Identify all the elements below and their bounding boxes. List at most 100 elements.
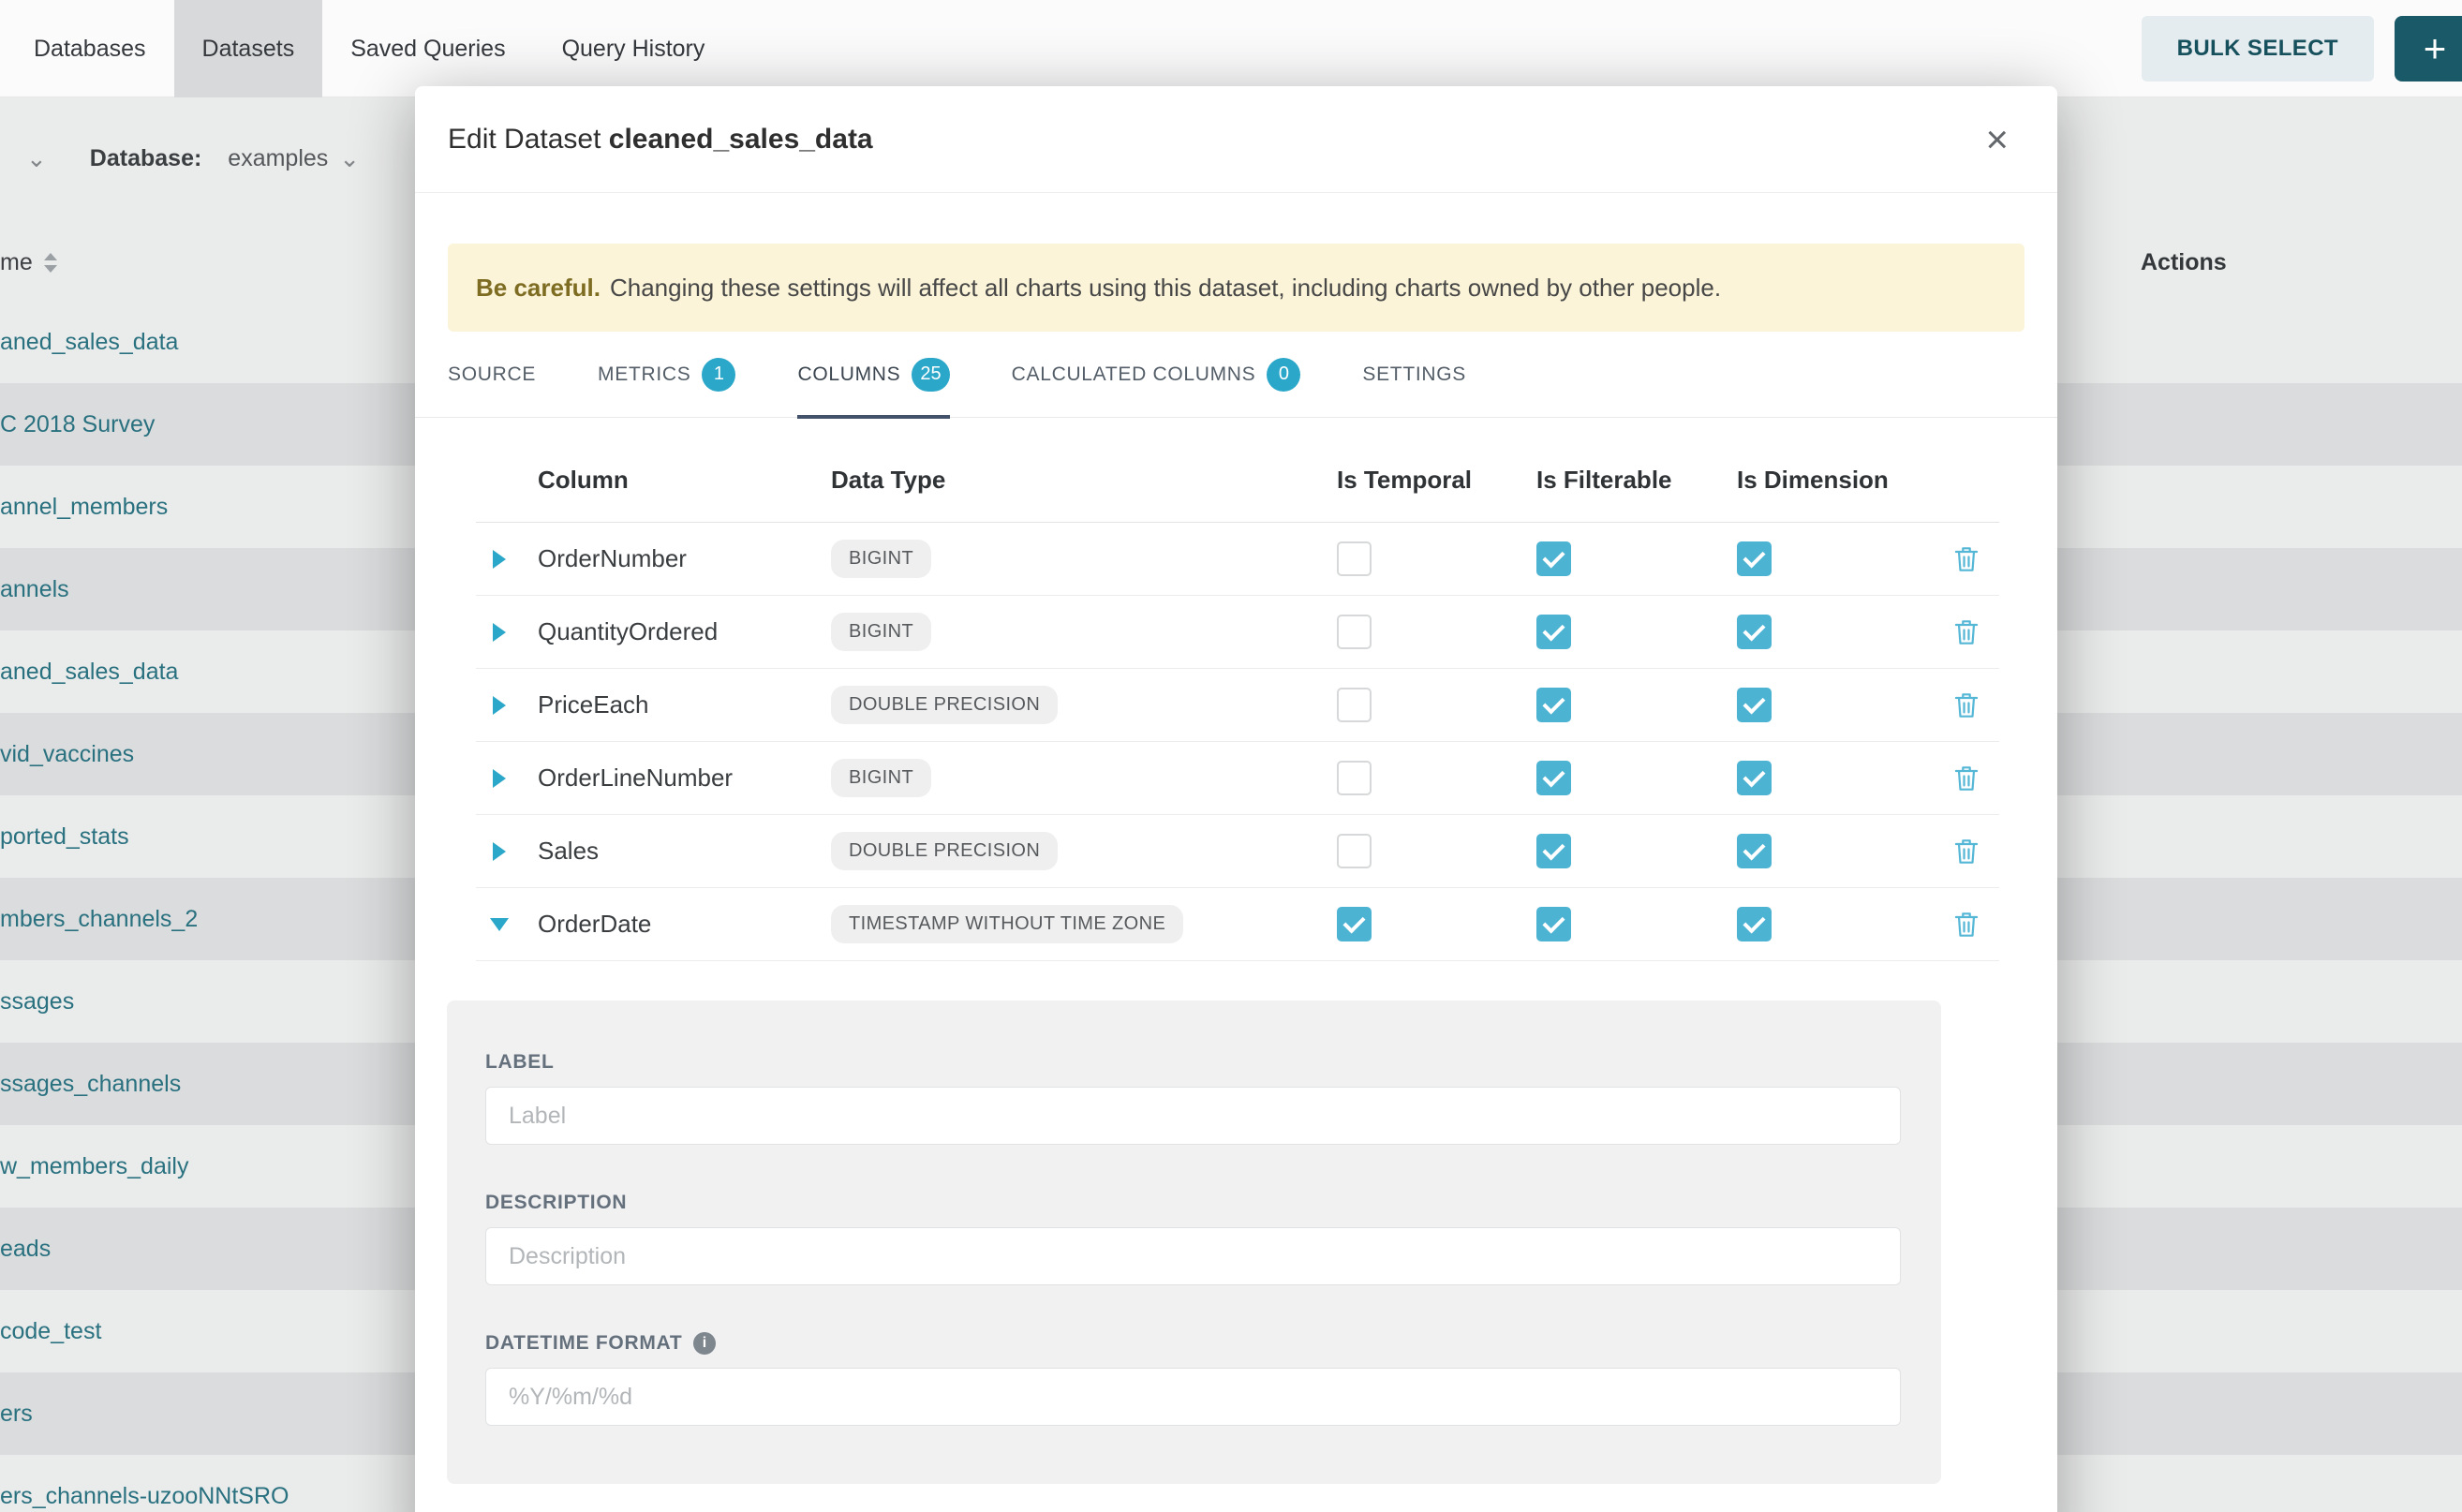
is-dimension-checkbox[interactable] — [1737, 834, 1772, 868]
description-input[interactable] — [485, 1227, 1901, 1285]
dataset-link[interactable]: ers_channels-uzooNNtSRO — [0, 1483, 289, 1510]
sort-icon[interactable] — [44, 253, 57, 273]
dataset-link[interactable]: w_members_daily — [0, 1153, 188, 1180]
edit-dataset-modal: Edit Dataset cleaned_sales_data × Be car… — [415, 86, 2057, 1512]
warning-banner: Be careful. Changing these settings will… — [448, 244, 2024, 332]
modal-tab-source[interactable]: SOURCE — [448, 332, 536, 418]
datetime-format-input[interactable] — [485, 1368, 1901, 1426]
column-row-orderdate: OrderDate TIMESTAMP WITHOUT TIME ZONE — [476, 888, 1999, 961]
nav-tab-databases[interactable]: Databases — [6, 0, 174, 97]
expand-caret-icon[interactable] — [493, 550, 506, 569]
is-dimension-checkbox[interactable] — [1737, 615, 1772, 649]
is-dimension-checkbox[interactable] — [1737, 541, 1772, 576]
actions-column-header: Actions — [2141, 249, 2227, 276]
data-type-header: Data Type — [831, 466, 1337, 495]
is-filterable-checkbox[interactable] — [1536, 761, 1571, 795]
label-input[interactable] — [485, 1087, 1901, 1145]
tab-count-badge: 1 — [702, 358, 735, 392]
expand-caret-icon[interactable] — [493, 696, 506, 715]
is-filterable-checkbox[interactable] — [1536, 834, 1571, 868]
dataset-link[interactable]: eads — [0, 1236, 51, 1263]
chevron-down-icon[interactable]: ⌄ — [26, 144, 47, 173]
is-temporal-checkbox[interactable] — [1337, 761, 1372, 795]
dataset-link[interactable]: ssages_channels — [0, 1071, 181, 1098]
is-filterable-checkbox[interactable] — [1536, 541, 1571, 576]
chevron-down-icon[interactable]: ⌄ — [339, 144, 360, 173]
list-filter-bar: ⌄ Database: examples ⌄ — [0, 131, 360, 185]
is-temporal-checkbox[interactable] — [1337, 834, 1372, 868]
dataset-link[interactable]: vid_vaccines — [0, 741, 134, 768]
columns-table: Column Data Type Is Temporal Is Filterab… — [476, 418, 1999, 961]
nav-tab-datasets[interactable]: Datasets — [174, 0, 323, 97]
delete-column-icon[interactable] — [1952, 690, 1999, 720]
modal-title-dataset-name: cleaned_sales_data — [609, 124, 873, 155]
is-dimension-checkbox[interactable] — [1737, 688, 1772, 722]
column-name: OrderLineNumber — [538, 763, 831, 793]
dataset-link[interactable]: annels — [0, 576, 69, 603]
tab-count-badge: 0 — [1267, 358, 1300, 392]
delete-column-icon[interactable] — [1952, 837, 1999, 867]
tab-label: SETTINGS — [1362, 363, 1466, 386]
nav-tab-saved-queries[interactable]: Saved Queries — [322, 0, 533, 97]
modal-tab-columns[interactable]: COLUMNS 25 — [797, 332, 949, 418]
nav-tabs: DatabasesDatasetsSaved QueriesQuery Hist… — [6, 0, 733, 97]
columns-table-body: OrderNumber BIGINT QuantityOrdered BIGIN… — [476, 523, 1999, 961]
expand-caret-icon[interactable] — [493, 623, 506, 642]
dataset-link[interactable]: ssages — [0, 988, 74, 1015]
modal-tab-settings[interactable]: SETTINGS — [1362, 332, 1466, 418]
is-temporal-checkbox[interactable] — [1337, 688, 1372, 722]
modal-tab-metrics[interactable]: METRICS 1 — [598, 332, 735, 418]
is-dimension-header: Is Dimension — [1737, 466, 1919, 495]
description-field-label: DESCRIPTION — [485, 1192, 1941, 1214]
data-type-pill: BIGINT — [831, 759, 931, 797]
dataset-link[interactable]: aned_sales_data — [0, 329, 178, 356]
dataset-link[interactable]: mbers_channels_2 — [0, 906, 198, 933]
dataset-link[interactable]: aned_sales_data — [0, 659, 178, 686]
data-type-pill: BIGINT — [831, 613, 931, 651]
dataset-link[interactable]: code_test — [0, 1318, 101, 1345]
is-filterable-checkbox[interactable] — [1536, 615, 1571, 649]
delete-column-icon[interactable] — [1952, 763, 1999, 793]
bulk-select-button[interactable]: BULK SELECT — [2142, 16, 2374, 82]
dataset-link[interactable]: C 2018 Survey — [0, 411, 155, 438]
modal-header: Edit Dataset cleaned_sales_data × — [415, 86, 2057, 193]
nav-tab-query-history[interactable]: Query History — [534, 0, 734, 97]
is-dimension-checkbox[interactable] — [1737, 761, 1772, 795]
dataset-link[interactable]: annel_members — [0, 494, 168, 521]
is-temporal-checkbox[interactable] — [1337, 541, 1372, 576]
column-row-quantityordered: QuantityOrdered BIGINT — [476, 596, 1999, 669]
name-column-header[interactable]: me — [0, 249, 33, 276]
tab-count-badge: 25 — [912, 358, 949, 392]
column-row-ordernumber: OrderNumber BIGINT — [476, 523, 1999, 596]
columns-table-header: Column Data Type Is Temporal Is Filterab… — [476, 418, 1999, 523]
column-row-orderlinenumber: OrderLineNumber BIGINT — [476, 742, 1999, 815]
expand-caret-icon[interactable] — [493, 842, 506, 861]
warning-text: Changing these settings will affect all … — [610, 274, 1721, 303]
dataset-link[interactable]: ported_stats — [0, 823, 129, 851]
modal-title-prefix: Edit Dataset — [448, 124, 601, 155]
is-filterable-checkbox[interactable] — [1536, 907, 1571, 941]
datetime-format-field-label: DATETIME FORMAT i — [485, 1332, 1941, 1355]
database-filter-value[interactable]: examples — [228, 145, 328, 172]
tab-label: METRICS — [598, 363, 690, 386]
delete-column-icon[interactable] — [1952, 617, 1999, 647]
data-type-pill: TIMESTAMP WITHOUT TIME ZONE — [831, 905, 1183, 943]
dataset-link[interactable]: ers — [0, 1401, 33, 1428]
collapse-caret-icon[interactable] — [490, 918, 509, 931]
is-temporal-checkbox[interactable] — [1337, 615, 1372, 649]
column-row-sales: Sales DOUBLE PRECISION — [476, 815, 1999, 888]
add-dataset-button[interactable]: + — [2395, 16, 2462, 82]
delete-column-icon[interactable] — [1952, 910, 1999, 940]
modal-tab-calculated-columns[interactable]: CALCULATED COLUMNS 0 — [1012, 332, 1301, 418]
is-temporal-checkbox[interactable] — [1337, 907, 1372, 941]
is-filterable-checkbox[interactable] — [1536, 688, 1571, 722]
column-header: Column — [538, 466, 831, 495]
is-dimension-checkbox[interactable] — [1737, 907, 1772, 941]
warning-bold-text: Be careful. — [476, 274, 601, 303]
delete-column-icon[interactable] — [1952, 544, 1999, 574]
label-field-label: LABEL — [485, 1051, 1941, 1074]
close-icon[interactable]: × — [1985, 120, 2009, 159]
column-name: Sales — [538, 837, 831, 866]
expand-caret-icon[interactable] — [493, 769, 506, 788]
info-icon[interactable]: i — [693, 1332, 716, 1355]
